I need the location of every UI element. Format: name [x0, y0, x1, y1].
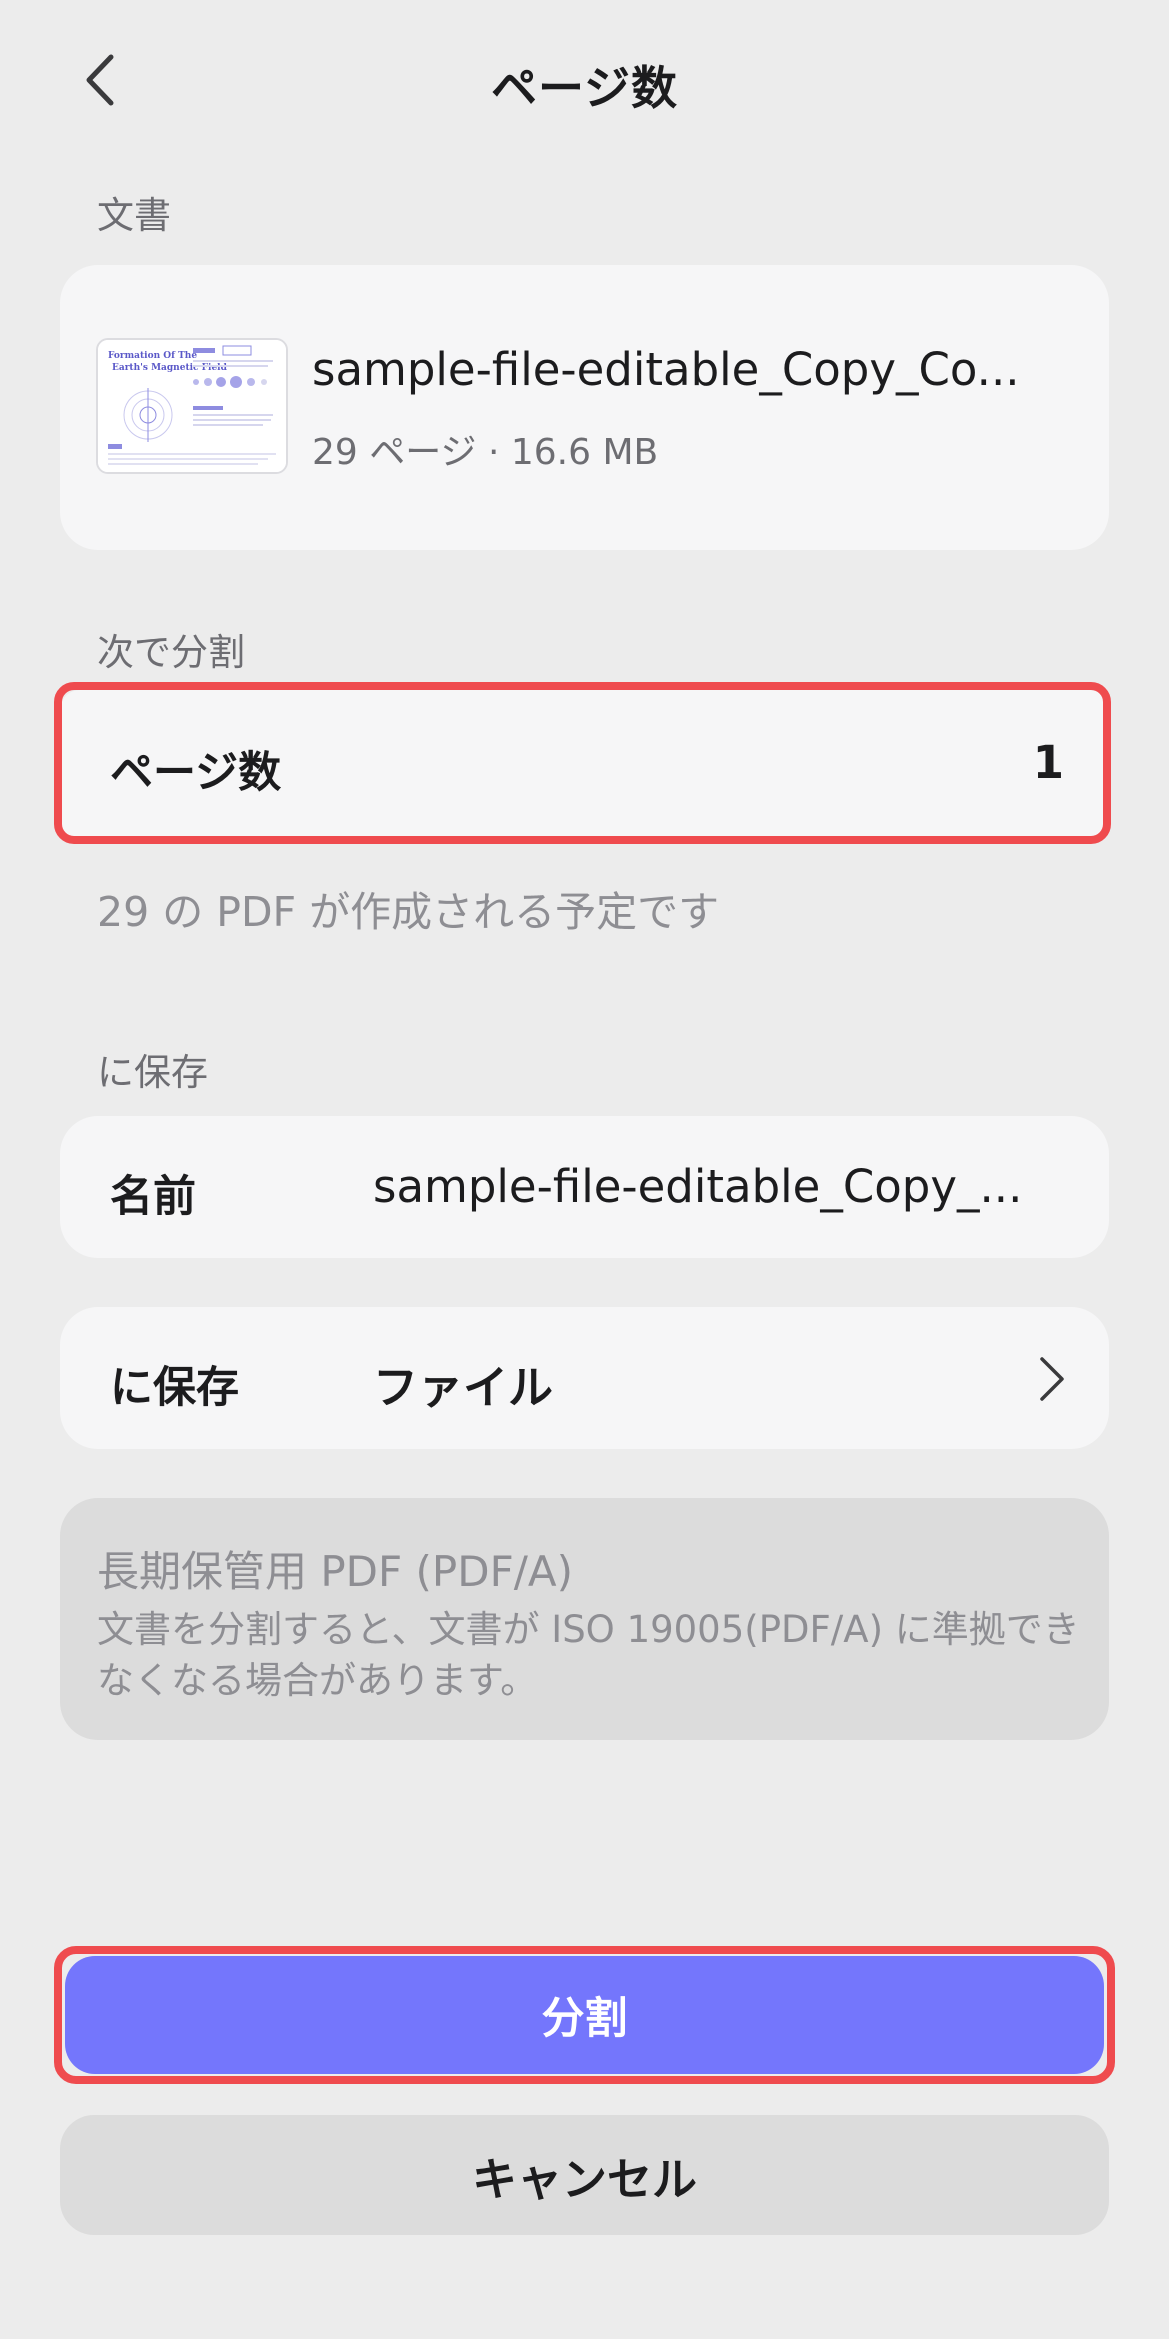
thumbnail-preview: Formation Of The Earth's Magnetic Field — [98, 340, 286, 472]
split-button[interactable]: 分割 — [65, 1956, 1104, 2074]
cancel-button[interactable]: キャンセル — [60, 2115, 1109, 2235]
document-file-name: sample-file-editable_Copy_Co... — [312, 343, 1020, 396]
split-section-label: 次で分割 — [97, 631, 245, 674]
document-section-label: 文書 — [97, 194, 171, 237]
save-section-label: に保存 — [97, 1051, 208, 1094]
pdfa-title: 長期保管用 PDF (PDF/A) — [97, 1547, 574, 1596]
thumbnail-title-line2: Earth's Magnetic Field — [112, 363, 228, 373]
save-location-row[interactable]: に保存 ファイル — [60, 1307, 1109, 1449]
pages-row-label: ページ数 — [110, 748, 282, 798]
pdfa-description: 文書を分割すると、文書が ISO 19005(PDF/A) に準拠できなくなる場… — [97, 1608, 1080, 1702]
thumbnail-title-line1: Formation Of The — [108, 351, 197, 361]
save-location-value: ファイル — [373, 1361, 554, 1414]
save-location-label: に保存 — [110, 1363, 239, 1413]
document-meta: 29 ページ · 16.6 MB — [312, 432, 659, 473]
page-title: ページ数 — [490, 61, 679, 115]
output-count-hint: 29 の PDF が作成される予定です — [97, 888, 720, 936]
pages-per-file-row[interactable]: ページ数 1 — [60, 690, 1109, 840]
pdfa-notice: 長期保管用 PDF (PDF/A) 文書を分割すると、文書が ISO 19005… — [60, 1498, 1109, 1740]
document-card[interactable]: Formation Of The Earth's Magnetic Field — [60, 265, 1109, 550]
name-row-value[interactable]: sample-file-editable_Copy_... — [373, 1160, 1073, 1213]
header: ページ数 — [0, 0, 1169, 165]
document-thumbnail: Formation Of The Earth's Magnetic Field — [96, 338, 288, 474]
pages-row-value[interactable]: 1 — [1033, 736, 1064, 789]
file-name-row[interactable]: 名前 sample-file-editable_Copy_... — [60, 1116, 1109, 1258]
name-row-label: 名前 — [110, 1172, 196, 1222]
chevron-right-icon — [1040, 1357, 1064, 1401]
